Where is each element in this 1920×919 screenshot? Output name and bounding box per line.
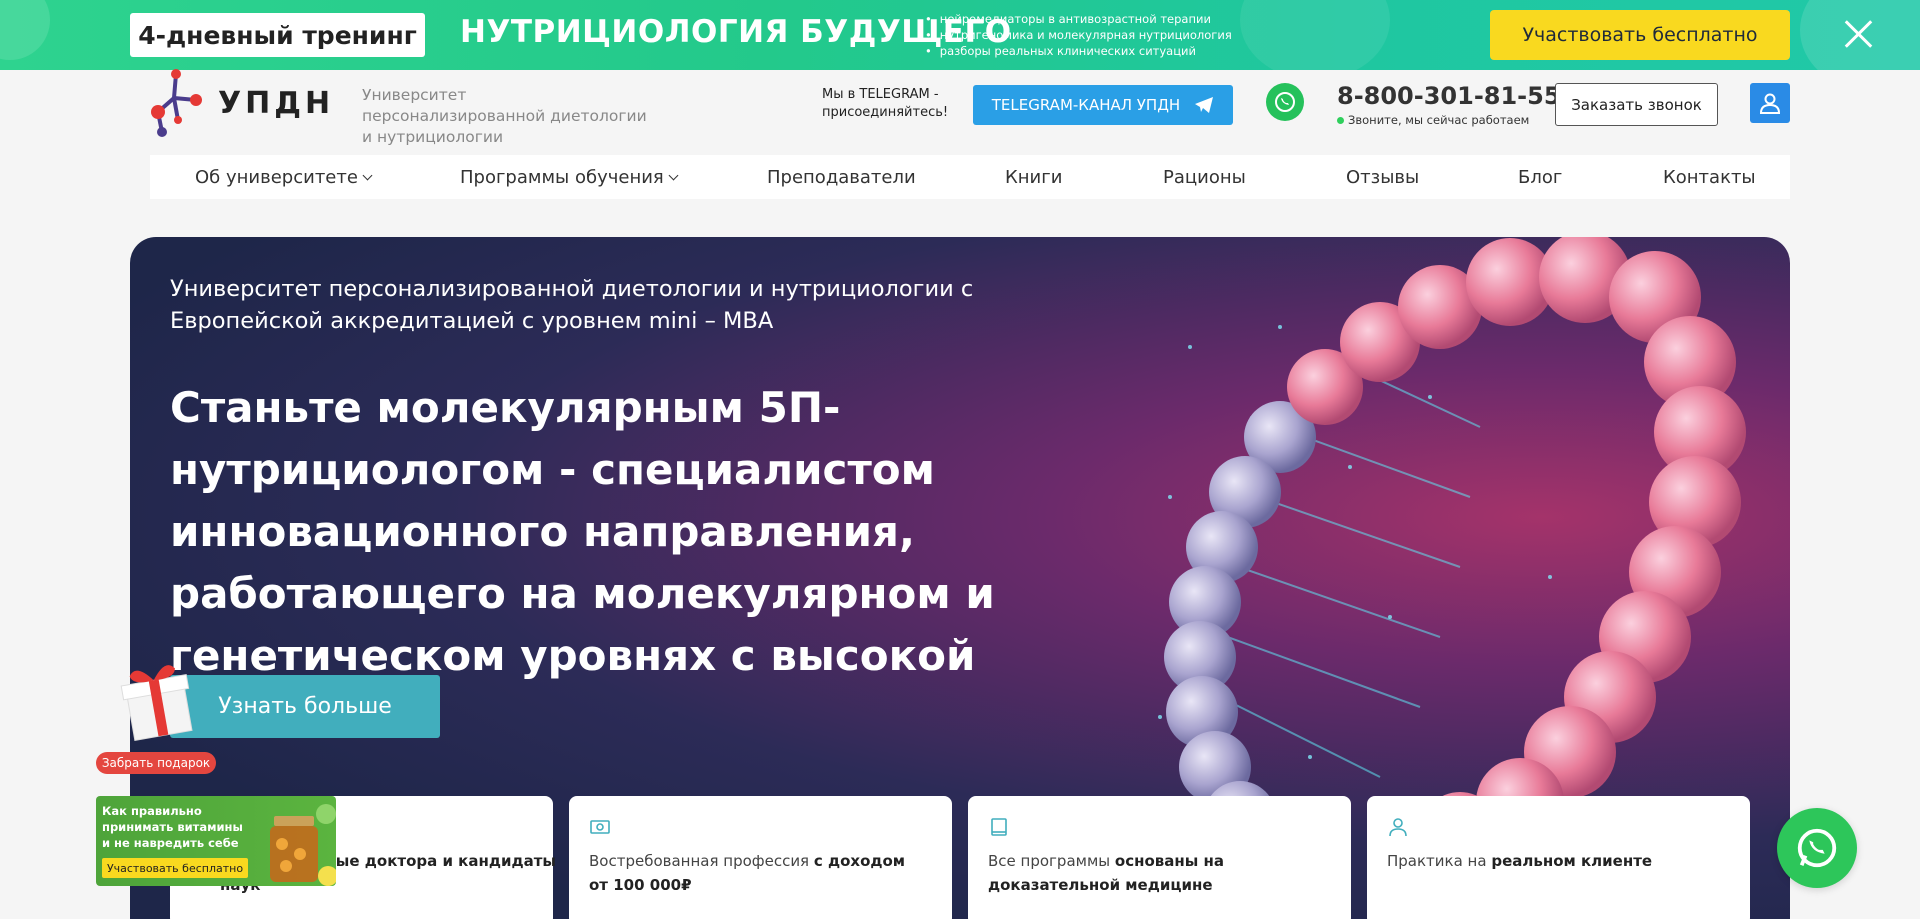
get-gift-button[interactable]: Забрать подарок	[96, 752, 216, 774]
nav-item-about[interactable]: Об университете	[195, 167, 373, 188]
promo-pill: 4-дневный тренинг	[130, 13, 425, 57]
nav-item-teachers[interactable]: Преподаватели	[767, 167, 916, 188]
feature-card: Востребованная профессия с доходом от 10…	[569, 796, 952, 919]
chevron-down-icon	[362, 170, 373, 181]
nav-item-reviews[interactable]: Отзывы	[1346, 167, 1419, 188]
close-icon[interactable]	[1838, 14, 1878, 54]
main-nav: Об университете Программы обучения Препо…	[150, 155, 1790, 199]
phone-status: Звоните, мы сейчас работаем	[1337, 113, 1529, 127]
nav-item-books[interactable]: Книги	[1005, 167, 1062, 188]
vitamin-jar-icon	[270, 804, 336, 886]
promo-cta-button[interactable]: Участвовать бесплатно	[1490, 10, 1790, 60]
learn-more-button[interactable]: Узнать больше	[170, 675, 440, 738]
chevron-down-icon	[668, 170, 679, 181]
promo-banner: 4-дневный тренинг НУТРИЦИОЛОГИЯ БУДУЩЕГО…	[0, 0, 1920, 70]
feature-bold: реальном клиенте	[1491, 852, 1653, 870]
promo-bullets: нейромедиаторы в антивозрастной терапии …	[925, 11, 1232, 59]
promo-bullet: нутригеномика и молекулярная нутрициолог…	[925, 27, 1232, 43]
whatsapp-icon	[1797, 828, 1837, 868]
vitamin-cta-button[interactable]: Участвовать бесплатно	[102, 858, 248, 878]
promo-bullet: разборы реальных клинических ситуаций	[925, 43, 1232, 59]
hero-subtitle: Университет персонализированной диетолог…	[170, 276, 974, 334]
whatsapp-icon[interactable]	[1266, 83, 1304, 121]
feature-text: Практика на реальном клиенте	[1387, 849, 1727, 873]
feature-plain: Практика на	[1387, 852, 1492, 870]
feature-plain: Все программы	[988, 852, 1115, 870]
nav-item-blog[interactable]: Блог	[1518, 167, 1562, 188]
nav-item-rations[interactable]: Рационы	[1163, 167, 1246, 188]
telegram-label: Мы в TELEGRAM - присоединяйтесь!	[822, 87, 949, 120]
tagline: Университет персонализированной диетолог…	[362, 86, 647, 146]
telegram-channel-button[interactable]: TELEGRAM-КАНАЛ УПДН	[973, 85, 1233, 125]
whatsapp-chat-button[interactable]	[1777, 808, 1857, 888]
user-icon	[1759, 93, 1781, 114]
nav-label: Программы обучения	[460, 167, 664, 188]
phone-number[interactable]: 8-800-301-81-55	[1337, 82, 1561, 110]
feature-card: Все программы основаны на доказательной …	[968, 796, 1351, 919]
vitamin-promo-widget[interactable]: Как правильно принимать витамины и не на…	[96, 796, 336, 886]
promo-bullet: нейромедиаторы в антивозрастной терапии	[925, 11, 1232, 27]
book-icon	[991, 818, 1007, 836]
nav-item-contacts[interactable]: Контакты	[1663, 167, 1756, 188]
phone-status-text: Звоните, мы сейчас работаем	[1348, 113, 1530, 127]
order-call-button[interactable]: Заказать звонок	[1555, 83, 1718, 126]
feature-text: Востребованная профессия с доходом от 10…	[589, 849, 929, 897]
feature-text: Все программы основаны на доказательной …	[988, 849, 1328, 897]
feature-plain: Востребованная профессия	[589, 852, 814, 870]
telegram-icon	[1195, 97, 1214, 113]
nav-item-programs[interactable]: Программы обучения	[460, 167, 679, 188]
telegram-button-label: TELEGRAM-КАНАЛ УПДН	[991, 96, 1181, 114]
user-account-button[interactable]	[1750, 83, 1790, 123]
user-icon	[1389, 818, 1407, 837]
feature-card: Практика на реальном клиенте	[1367, 796, 1750, 919]
money-icon	[590, 820, 610, 834]
gift-icon[interactable]	[112, 654, 202, 744]
logo-text[interactable]: УПДН	[218, 86, 334, 121]
status-dot-icon	[1337, 117, 1344, 124]
nav-label: Об университете	[195, 167, 358, 188]
vitamin-text: Как правильно принимать витамины и не на…	[102, 804, 243, 850]
dna-helix-image	[1158, 237, 1746, 837]
